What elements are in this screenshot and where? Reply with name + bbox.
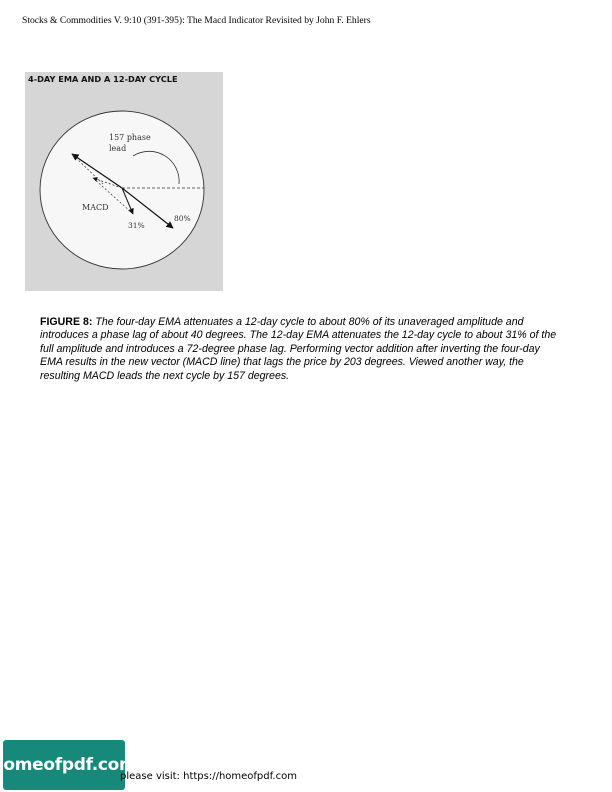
logo-text: homeofpdf.com xyxy=(0,755,137,775)
running-header: Stocks & Commodities V. 9:10 (391-395): … xyxy=(22,15,371,26)
visit-link[interactable]: please visit: https://homeofpdf.com xyxy=(120,771,297,782)
caption-text: The four-day EMA attenuates a 12-day cyc… xyxy=(40,316,557,382)
figure-title: 4-DAY EMA AND A 12-DAY CYCLE xyxy=(28,74,178,84)
homeofpdf-logo[interactable]: homeofpdf.com xyxy=(0,740,137,790)
caption-label: FIGURE 8: xyxy=(40,316,93,328)
label-31: 31% xyxy=(128,221,145,230)
phase-label-2: lead xyxy=(109,144,126,153)
phase-label-1: 157 phase xyxy=(109,133,151,142)
figure-8: 4-DAY EMA AND A 12-DAY CYCLE 157 phase l… xyxy=(25,72,223,291)
macd-label: MACD xyxy=(82,203,109,212)
vector-diagram: 4-DAY EMA AND A 12-DAY CYCLE 157 phase l… xyxy=(28,74,205,270)
label-80: 80% xyxy=(174,214,191,223)
figure-caption: FIGURE 8: The four-day EMA attenuates a … xyxy=(40,316,560,383)
